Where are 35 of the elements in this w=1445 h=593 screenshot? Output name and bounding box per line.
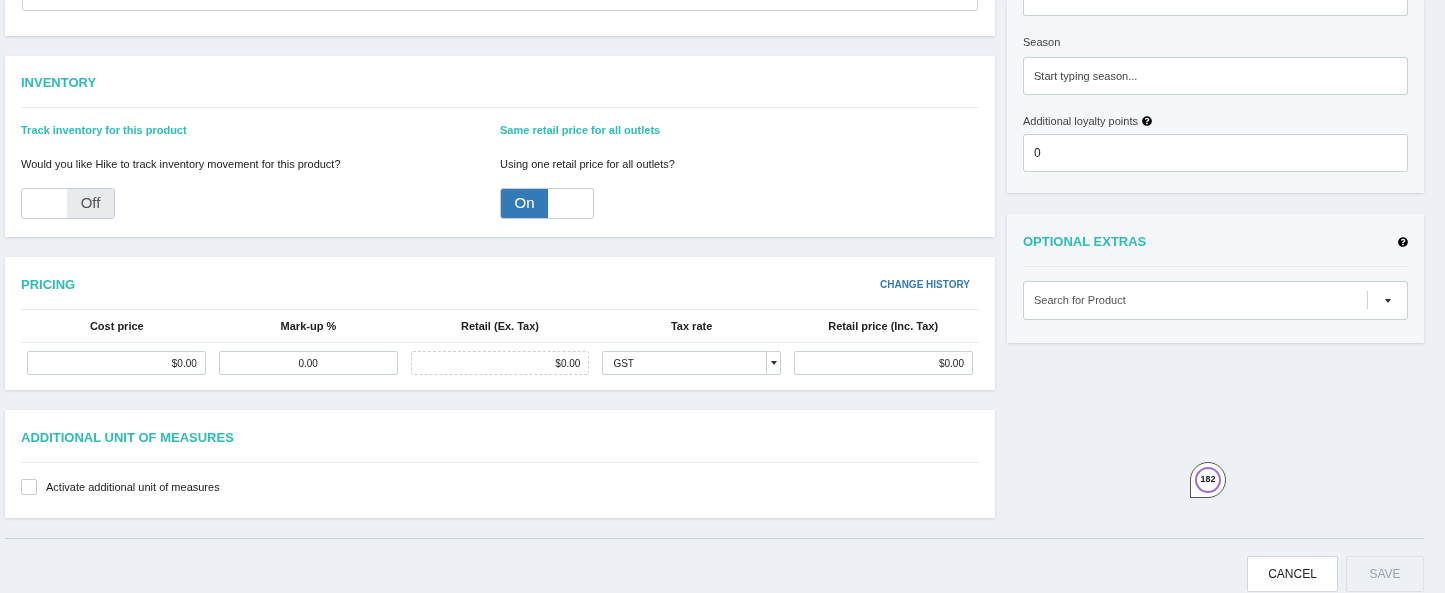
setting-heading: Same retail price for all outlets (500, 122, 662, 138)
section-title: PRICING (21, 276, 76, 294)
toggle-switch[interactable]: On (500, 187, 594, 219)
field-label: Season (1023, 35, 1062, 50)
setting-question: Would you like Hike to track inventory movement for this product? (21, 157, 342, 172)
column-header: Retail price (Inc. Tax) (787, 309, 979, 343)
loyalty-points-field[interactable]: 0 (1023, 134, 1408, 172)
checkbox[interactable] (21, 478, 37, 495)
price-field[interactable]: $0.00 (410, 351, 590, 375)
field-label: Additional loyalty points (1023, 113, 1138, 129)
column-header: Mark-up % (212, 309, 405, 343)
toggle-switch[interactable]: Off (21, 187, 115, 219)
notification-badge[interactable]: 182 (1190, 462, 1226, 498)
column-header: Tax rate (595, 309, 788, 343)
price-field[interactable]: $0.00 (27, 351, 206, 375)
setting-question: Using one retail price for all outlets? (500, 157, 676, 172)
product-search-field[interactable]: Search for Product (1023, 280, 1408, 320)
price-field[interactable]: 0.00 (218, 351, 398, 375)
tax-rate-select[interactable]: GST (602, 351, 782, 375)
change-history-link[interactable]: CHANGE HISTORY (880, 277, 970, 293)
cancel-button[interactable]: CANCEL (1247, 556, 1338, 592)
section-title: INVENTORY (21, 74, 98, 92)
section-title: ADDITIONAL UNIT OF MEASURES (21, 429, 235, 447)
price-field[interactable]: $0.00 (794, 351, 973, 375)
select-field[interactable] (1023, 0, 1408, 16)
caret-icon (770, 361, 777, 365)
column-header: Retail (Ex. Tax) (404, 309, 596, 343)
season-field[interactable]: Start typing season... (1023, 56, 1408, 95)
caret-icon[interactable] (1385, 298, 1391, 303)
help-icon[interactable] (1398, 236, 1408, 247)
checkbox-label: Activate additional unit of measures (46, 479, 220, 495)
setting-heading: Track inventory for this product (21, 122, 188, 138)
help-icon[interactable] (1141, 115, 1152, 126)
section-title: OPTIONAL EXTRAS (1023, 233, 1147, 251)
column-header: Cost price (21, 309, 213, 343)
